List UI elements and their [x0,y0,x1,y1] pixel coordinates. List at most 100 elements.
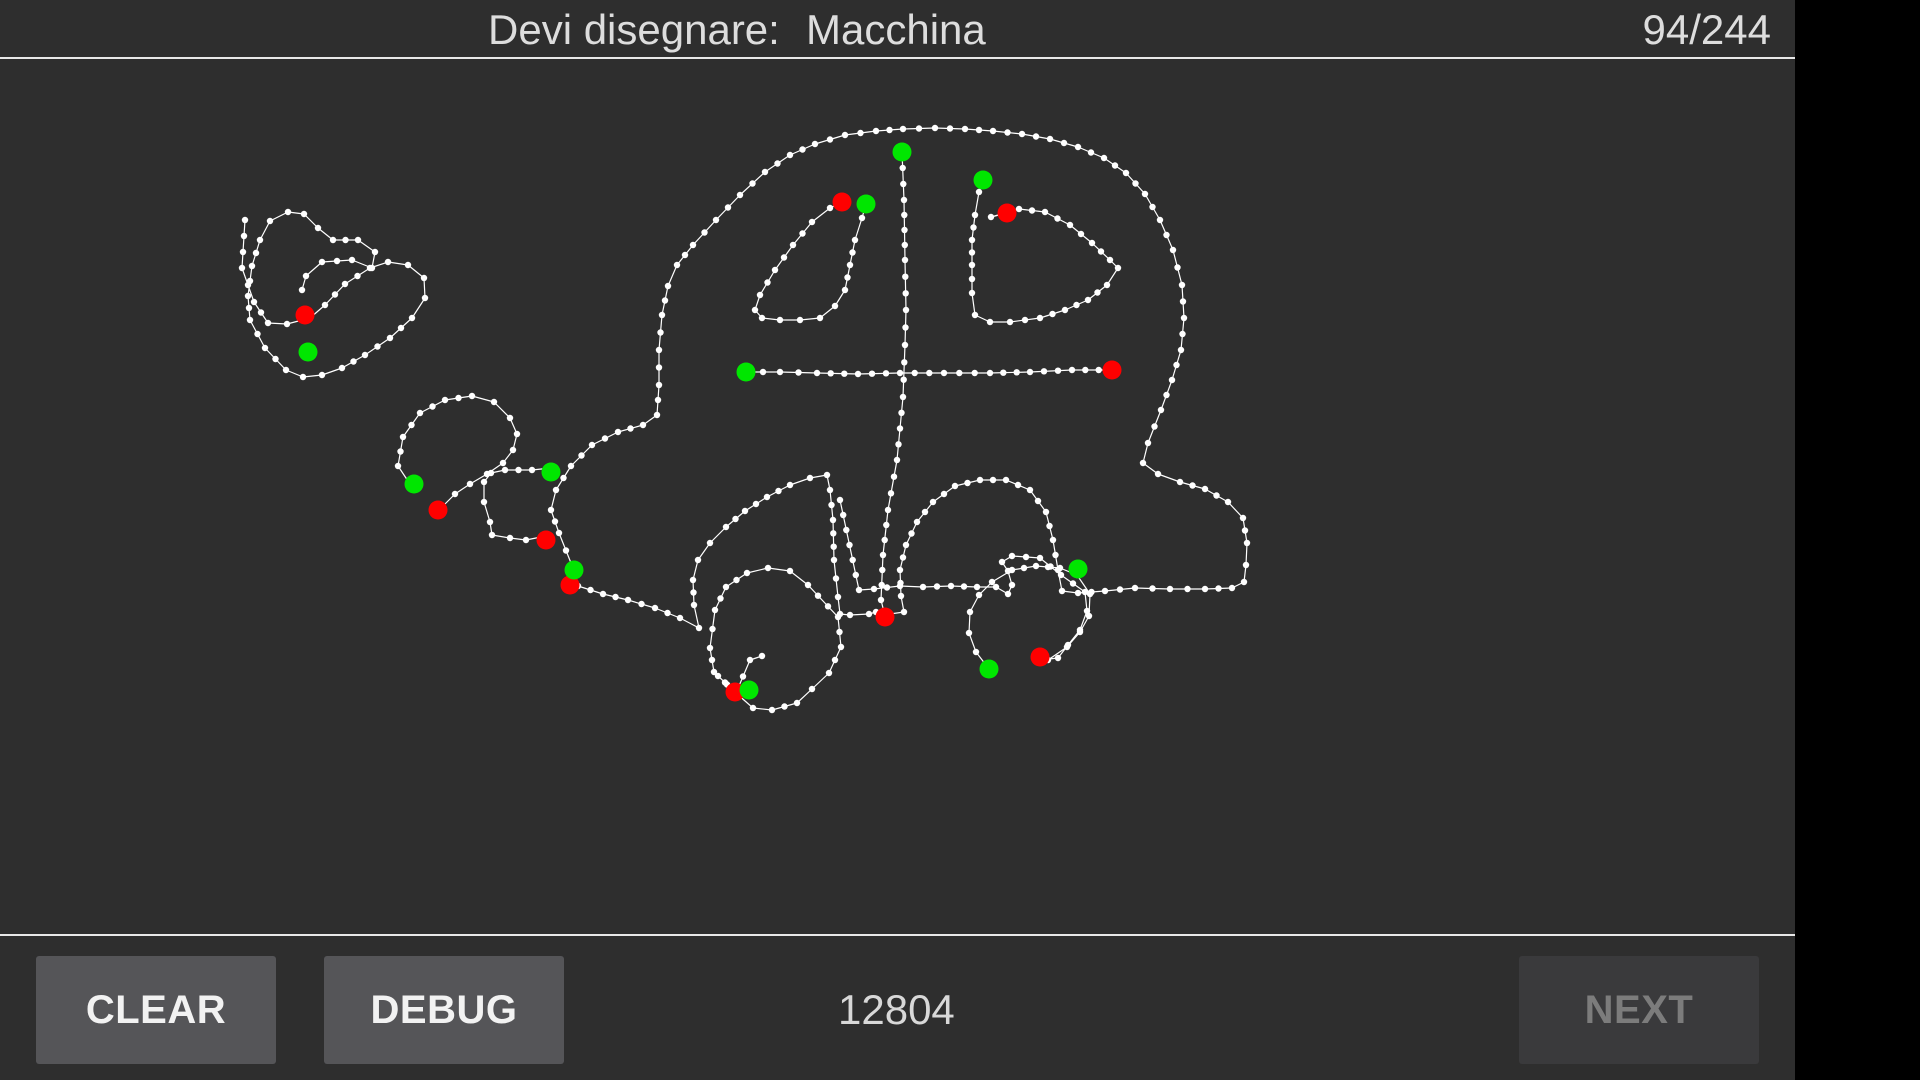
stroke-point [651,604,659,612]
stroke-point [371,248,379,256]
stroke-point [522,536,530,544]
stroke-point [976,476,984,484]
stroke-point [881,536,888,544]
stroke-point [399,433,407,441]
stroke-point [1054,215,1061,222]
stroke-point [776,368,784,376]
stroke-point [1074,143,1082,151]
stroke-point [1106,256,1114,264]
stroke-point [709,625,716,633]
stroke-point [1026,368,1034,376]
stroke-point [989,127,997,135]
stroke-point [1036,554,1044,562]
stroke-point [673,261,681,269]
stroke-point [872,127,880,135]
next-button[interactable]: NEXT [1519,956,1759,1064]
stroke-point [1100,154,1108,162]
stroke-point [1013,369,1020,376]
stroke-point [940,369,948,377]
stroke-point [900,376,907,383]
stroke-point [1156,216,1164,224]
stroke-point [1184,585,1191,593]
stroke-point [655,364,663,371]
stroke-point [960,583,968,590]
stroke-point [1015,205,1023,213]
stroke-point [468,392,476,400]
stroke-point [1215,585,1222,592]
stroke-point [830,530,837,537]
stroke-point [248,262,256,270]
stroke-point [627,425,634,432]
stroke-point [900,180,907,188]
stroke-point [840,511,847,519]
stroke-point [1073,301,1080,309]
stroke-point [836,628,843,636]
stroke-3 [550,127,1248,629]
stroke-point [758,314,766,322]
stroke-point [899,554,907,561]
drawing-canvas[interactable] [0,59,1795,934]
stroke-point [404,261,412,269]
stroke-point [961,125,969,133]
stroke-point [245,304,253,312]
stroke-point [896,582,904,590]
stroke-point [854,370,862,378]
stroke-point [1132,180,1139,187]
stroke-point [902,541,910,549]
stroke-2 [483,467,552,541]
stroke-point [321,301,329,309]
stroke-point [264,319,272,327]
stroke-point [689,576,697,584]
stroke-point [780,254,788,261]
stroke-point [868,370,876,377]
stroke-point [899,125,907,133]
stroke-point [828,501,835,509]
stroke-point [998,558,1006,566]
stroke-point [843,526,850,534]
stroke-point [902,290,909,297]
stroke-point [1201,485,1209,493]
stroke-point [901,241,908,249]
clear-button[interactable]: CLEAR [36,956,276,1064]
stroke-10 [971,179,1119,323]
stroke-point [1052,551,1059,559]
stroke-point [808,218,816,226]
stroke-point [774,160,781,167]
stroke-point [466,480,474,488]
stroke-point [639,421,647,429]
stroke-point [318,258,326,266]
stroke-point [1076,628,1084,636]
stroke-point [1094,289,1101,296]
debug-button[interactable]: DEBUG [324,956,564,1064]
stroke-point [480,498,488,506]
stroke-point [509,446,517,454]
stroke-point [490,398,498,406]
stroke-point [931,124,939,132]
stroke-point [896,566,904,574]
stroke-start-marker [404,474,424,494]
stroke-point [1154,470,1162,478]
stroke-point [841,131,849,139]
stroke-point [890,473,898,480]
stroke-point [799,146,806,153]
stroke-point [870,585,878,593]
stroke-point [300,210,308,218]
stroke-point [1179,298,1187,305]
stroke-point [746,656,754,664]
stroke-point [506,534,514,542]
stroke-point [552,486,560,494]
stroke-end-marker [875,607,895,627]
stroke-point [1144,439,1152,447]
stroke-point [314,224,322,232]
stroke-point [257,309,265,316]
stroke-point [1008,566,1016,574]
stroke-point [781,703,788,710]
drawing-surface[interactable] [0,59,1795,934]
stroke-point [1141,190,1149,198]
stroke-point [1068,366,1076,374]
stroke-point [749,180,756,187]
stroke-point [834,613,842,621]
stroke-point [612,593,619,601]
stroke-point [486,518,494,526]
stroke-point [1049,310,1056,318]
